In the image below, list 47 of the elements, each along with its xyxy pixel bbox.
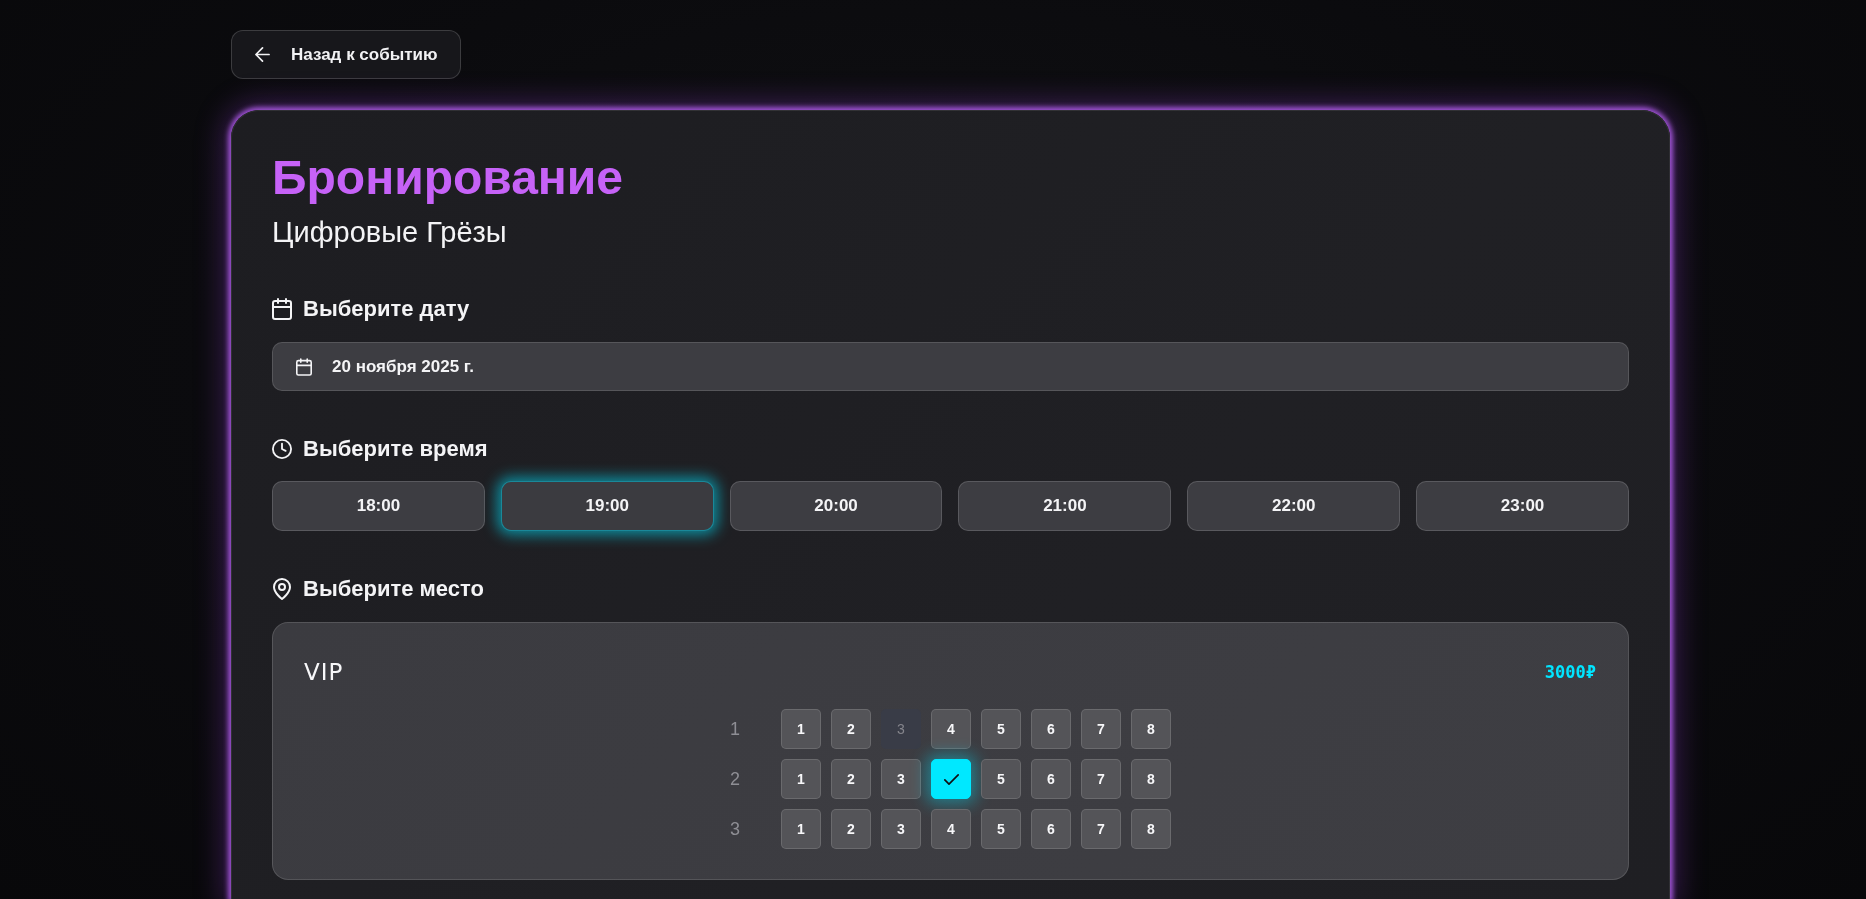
seat-button[interactable]: [931, 759, 971, 799]
seat-button[interactable]: 2: [831, 759, 871, 799]
section-heading: Выберите место: [303, 575, 484, 603]
seat-button[interactable]: 2: [831, 709, 871, 749]
row-label: 3: [729, 818, 741, 840]
seat-button[interactable]: 5: [981, 709, 1021, 749]
page-title: Бронирование: [272, 150, 625, 206]
map-pin-icon: [272, 578, 292, 600]
time-slot-button[interactable]: 18:00: [272, 481, 485, 531]
section-heading: Выберите дату: [303, 295, 470, 323]
row-label: 2: [729, 768, 741, 790]
seat-button[interactable]: 4: [931, 809, 971, 849]
seat-button[interactable]: 3: [881, 809, 921, 849]
section-heading: Выберите время: [303, 435, 488, 463]
seat-button[interactable]: 7: [1081, 809, 1121, 849]
seat-button[interactable]: 5: [981, 759, 1021, 799]
seat-button[interactable]: 8: [1131, 759, 1171, 799]
event-title: Цифровые Грёзы: [272, 215, 508, 250]
zone-price: 3000₽: [1544, 661, 1596, 684]
row-label: 1: [729, 718, 741, 740]
seat-button[interactable]: 2: [831, 809, 871, 849]
calendar-icon: [296, 357, 312, 376]
time-slot-button[interactable]: 22:00: [1187, 481, 1401, 531]
seat-button[interactable]: 6: [1031, 709, 1071, 749]
back-button[interactable]: Назад к событию: [231, 30, 461, 79]
time-slot-button[interactable]: 23:00: [1416, 481, 1629, 531]
seat-button[interactable]: 1: [781, 709, 821, 749]
time-slot-button[interactable]: 21:00: [958, 481, 1172, 531]
seat-button[interactable]: 6: [1031, 809, 1071, 849]
clock-icon: [272, 438, 292, 460]
time-slot-button[interactable]: 20:00: [729, 481, 943, 531]
seat-button[interactable]: 7: [1081, 759, 1121, 799]
back-arrow-icon: [255, 47, 270, 62]
time-slot-button[interactable]: 19:00: [500, 481, 714, 531]
seat-button[interactable]: 5: [981, 809, 1021, 849]
seat-button[interactable]: 8: [1131, 809, 1171, 849]
seat-button[interactable]: 3: [881, 759, 921, 799]
seat-button[interactable]: 4: [931, 709, 971, 749]
seat-button[interactable]: 6: [1031, 759, 1071, 799]
seat-button[interactable]: 1: [781, 759, 821, 799]
date-field[interactable]: 20 ноября 2025 г.: [272, 342, 1629, 391]
seat-button[interactable]: 1: [781, 809, 821, 849]
seat-button[interactable]: 8: [1131, 709, 1171, 749]
seat-button[interactable]: 7: [1081, 709, 1121, 749]
check-icon: [943, 773, 959, 785]
calendar-icon: [272, 298, 292, 320]
zone-name: VIP: [304, 658, 344, 686]
